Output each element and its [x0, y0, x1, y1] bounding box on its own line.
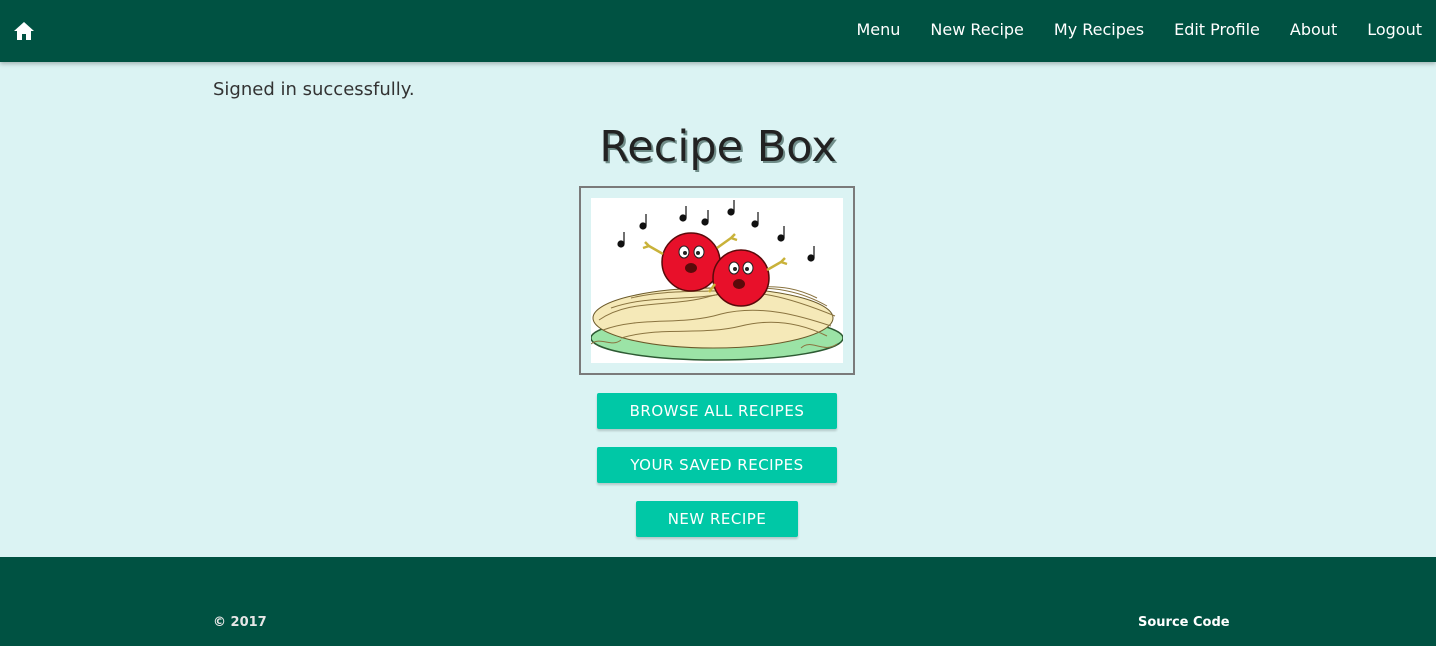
nav-links: Menu New Recipe My Recipes Edit Profile …: [826, 0, 1422, 58]
copyright-text: © 2017: [213, 615, 267, 630]
nav-menu[interactable]: Menu: [856, 20, 900, 39]
nav-edit-profile[interactable]: Edit Profile: [1174, 20, 1260, 39]
browse-all-recipes-button[interactable]: BROWSE ALL RECIPES: [597, 393, 837, 429]
nav-about[interactable]: About: [1290, 20, 1337, 39]
top-navbar: Menu New Recipe My Recipes Edit Profile …: [0, 0, 1436, 62]
flash-message: Signed in successfully.: [213, 79, 415, 100]
nav-my-recipes[interactable]: My Recipes: [1054, 20, 1144, 39]
home-icon[interactable]: [12, 19, 36, 43]
page-title: Recipe Box: [599, 122, 837, 172]
hero-image-frame: [579, 186, 855, 375]
nav-new-recipe[interactable]: New Recipe: [930, 20, 1023, 39]
new-recipe-button[interactable]: NEW RECIPE: [636, 501, 798, 537]
source-code-link[interactable]: Source Code: [1138, 615, 1230, 630]
singing-meatballs-illustration: [591, 198, 843, 363]
your-saved-recipes-button[interactable]: YOUR SAVED RECIPES: [597, 447, 837, 483]
nav-logout[interactable]: Logout: [1367, 20, 1422, 39]
footer: © 2017 Source Code: [0, 557, 1436, 646]
